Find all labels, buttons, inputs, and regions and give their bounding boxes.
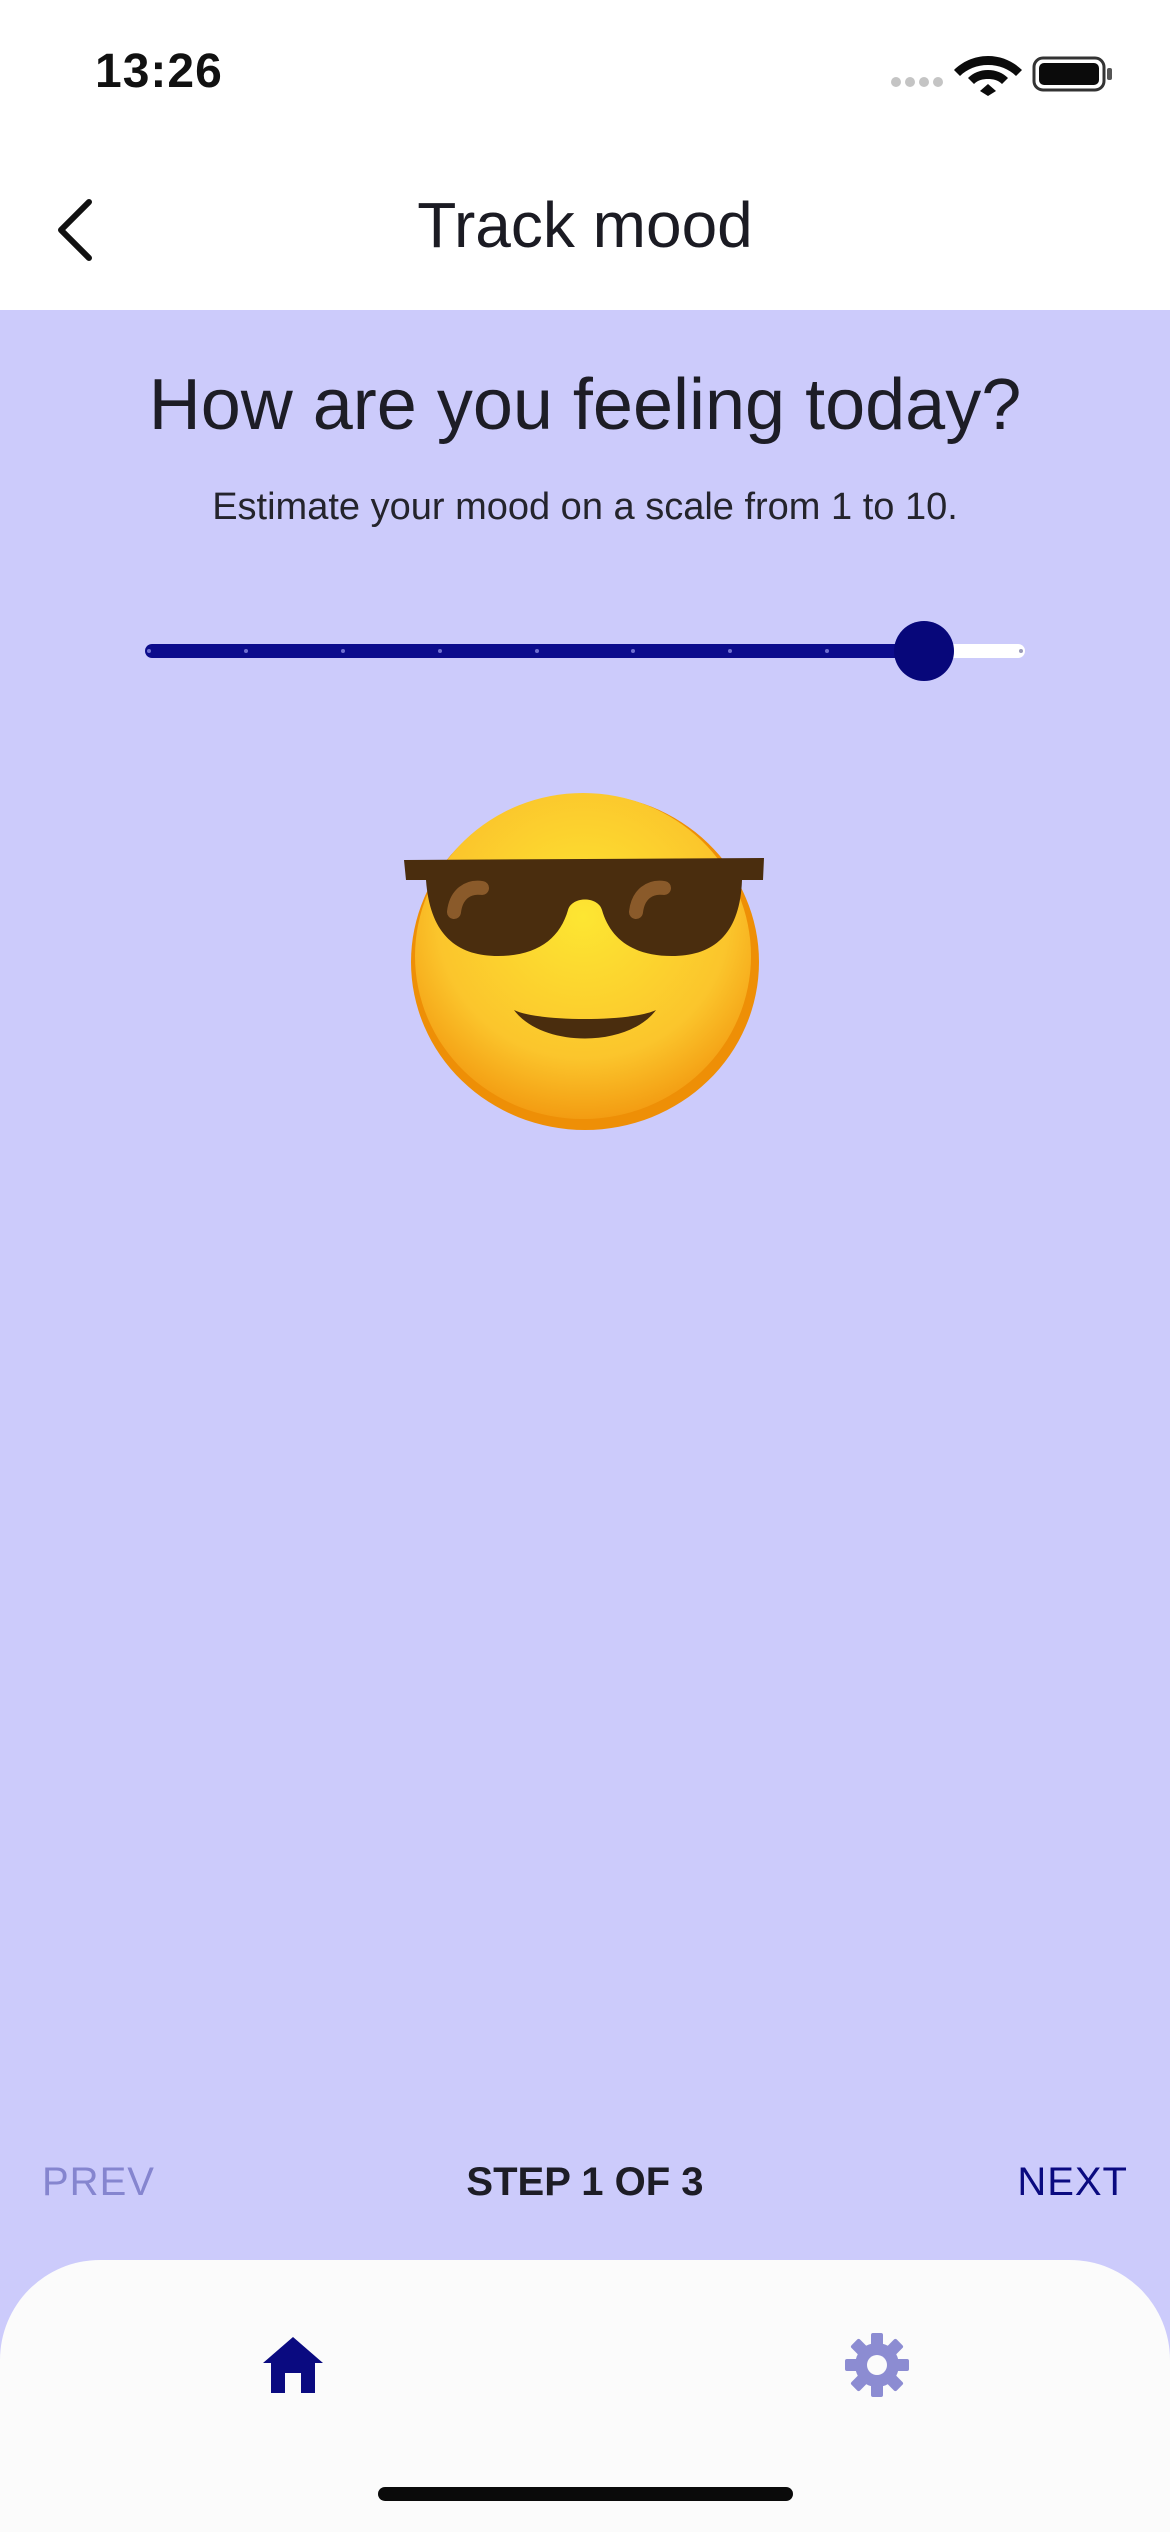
home-indicator [378, 2487, 793, 2501]
tab-home[interactable] [233, 2310, 353, 2420]
question-subtitle: Estimate your mood on a scale from 1 to … [212, 486, 958, 528]
slider-tick [1019, 649, 1023, 653]
cellular-signal-icon [891, 77, 943, 87]
slider-tick [534, 649, 539, 653]
tab-settings[interactable] [817, 2310, 937, 2420]
step-indicator: STEP 1 OF 3 [466, 2160, 704, 2204]
slider-tick [437, 649, 442, 653]
slider-tick [243, 649, 248, 653]
mood-emoji [402, 788, 768, 1140]
sunglasses-face-icon [404, 793, 764, 1130]
mood-slider[interactable] [145, 620, 1025, 681]
question-title: How are you feeling today? [148, 365, 1022, 445]
slider-thumb[interactable] [894, 621, 955, 681]
next-button[interactable]: NEXT [1017, 2160, 1128, 2205]
battery-icon [1032, 56, 1112, 92]
status-bar: 13:26 [0, 0, 1170, 150]
slider-tick [340, 649, 345, 653]
home-icon [263, 2337, 323, 2393]
status-time: 13:26 [95, 45, 223, 98]
step-navigation: PREV STEP 1 OF 3 NEXT [0, 2160, 1170, 2220]
slider-tick [147, 649, 151, 653]
page-title: Track mood [417, 189, 753, 261]
nav-header: Track mood [0, 150, 1170, 310]
status-icons [890, 52, 1115, 96]
wifi-icon [954, 56, 1022, 96]
gear-icon [845, 2333, 909, 2397]
